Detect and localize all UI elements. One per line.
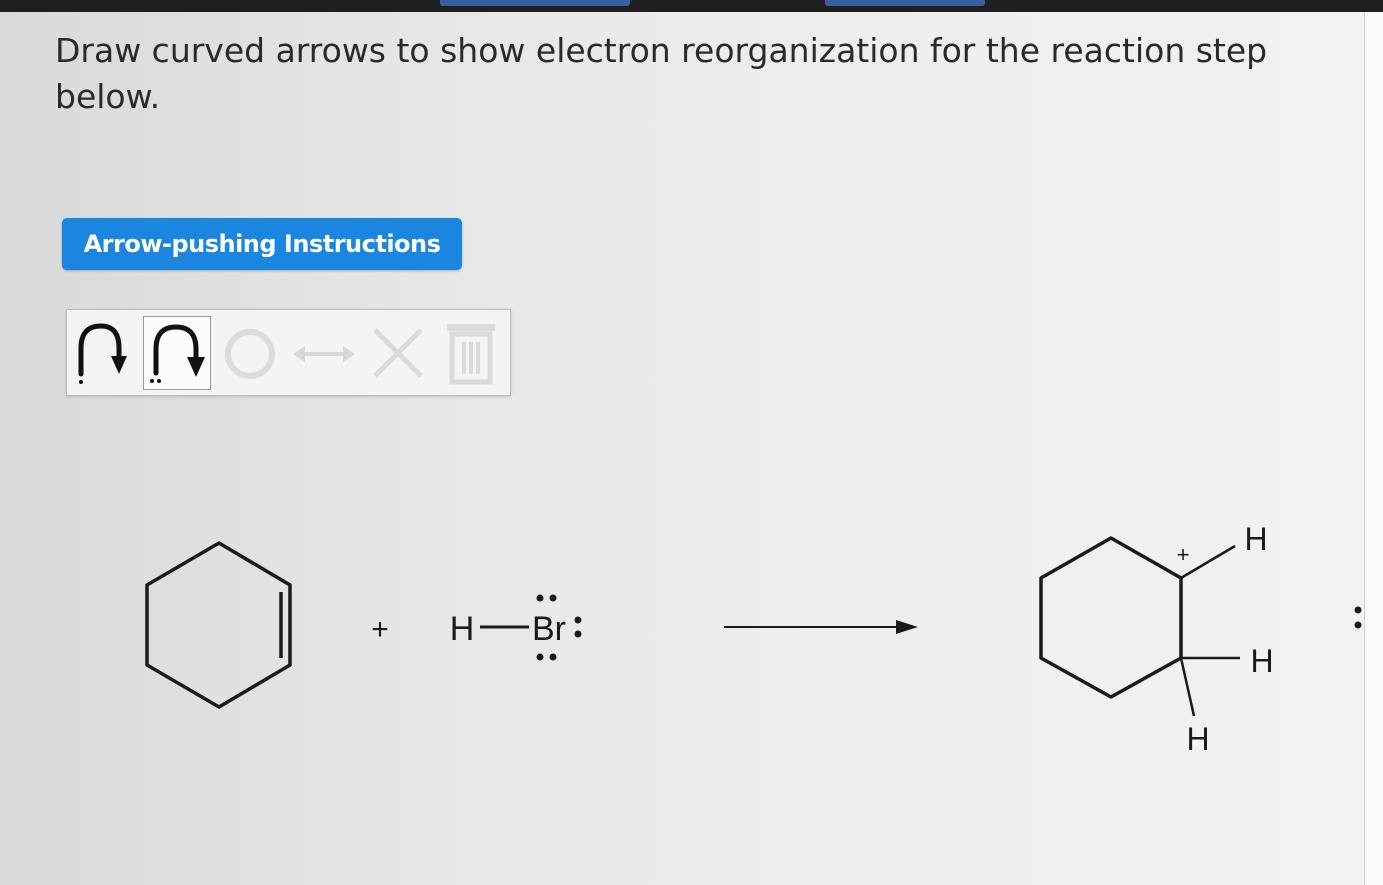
- product-h-top: H: [1244, 521, 1267, 557]
- plus-sign: +: [371, 613, 389, 646]
- carbocation-product-structure: + H H H: [1039, 521, 1274, 757]
- hbr-h-atom: H: [450, 610, 475, 648]
- hydrogen-bromide-structure: H Br: [450, 594, 582, 661]
- reaction-scheme: + H Br + H H H: [145, 521, 1362, 757]
- product-h-right: H: [1250, 643, 1273, 679]
- hbr-br-atom: Br: [532, 610, 566, 648]
- bromide-lone-pair-dots: [1354, 606, 1362, 629]
- product-h-bottom: H: [1186, 721, 1209, 757]
- carbocation-charge: +: [1177, 542, 1190, 567]
- cyclohexene-structure: [145, 541, 292, 709]
- reaction-arrow: [724, 620, 918, 634]
